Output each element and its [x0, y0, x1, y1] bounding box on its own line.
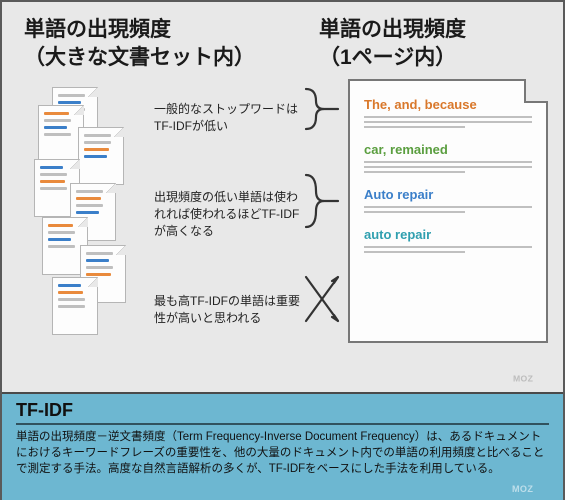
phrase-block-auto-repair-lower: auto repair — [364, 227, 532, 253]
phrase-block-stopwords: The, and, because — [364, 97, 532, 128]
diagram-graphic: 一般的なストップワードはTF-IDFが低い 出現頻度の低い単語は使われれば使われ… — [24, 79, 541, 369]
definition-body: 単語の出現頻度－逆文書頻度（Term Frequency-Inverse Doc… — [16, 429, 549, 477]
single-page-document: The, and, because car, remained Auto rep… — [348, 79, 548, 343]
moz-logo-text: MOZ — [513, 374, 534, 384]
page-fold-icon — [524, 79, 548, 103]
document-stack — [30, 87, 140, 337]
definition-panel: TF-IDF 単語の出現頻度－逆文書頻度（Term Frequency-Inve… — [2, 392, 563, 500]
phrase-auto-repair-lower: auto repair — [364, 227, 532, 242]
heading-right: 単語の出現頻度 （1ページ内） — [319, 16, 466, 73]
mini-document — [52, 277, 98, 335]
heading-left: 単語の出現頻度 （大きな文書セット内） — [24, 16, 319, 73]
moz-logo-icon: MOZ — [513, 372, 553, 386]
note-rare-words: 出現頻度の低い単語は使われれば使われるほどTF-IDFが高くなる — [154, 189, 304, 241]
diagram-top: 単語の出現頻度 （大きな文書セット内） 単語の出現頻度 （1ページ内） — [2, 2, 563, 392]
note-stopwords: 一般的なストップワードはTF-IDFが低い — [154, 101, 304, 136]
heading-right-line1: 単語の出現頻度 — [319, 18, 466, 41]
heading-right-line2: （1ページ内） — [319, 46, 456, 69]
definition-title: TF-IDF — [16, 400, 549, 425]
moz-logo-text: MOZ — [512, 484, 533, 494]
phrase-stopwords: The, and, because — [364, 97, 532, 112]
mini-document — [78, 127, 124, 185]
phrase-block-auto-repair-upper: Auto repair — [364, 187, 532, 213]
phrase-block-rare: car, remained — [364, 142, 532, 173]
heading-row: 単語の出現頻度 （大きな文書セット内） 単語の出現頻度 （1ページ内） — [24, 16, 541, 73]
phrase-auto-repair-cap: Auto repair — [364, 187, 532, 202]
heading-left-line1: 単語の出現頻度 — [24, 18, 171, 41]
moz-logo-icon: MOZ — [511, 482, 555, 496]
brace-connectors — [302, 79, 342, 359]
phrase-rare: car, remained — [364, 142, 532, 157]
diagram-frame: 単語の出現頻度 （大きな文書セット内） 単語の出現頻度 （1ページ内） — [0, 0, 565, 500]
note-highest: 最も高TF-IDFの単語は重要性が高いと思われる — [154, 293, 304, 328]
heading-left-line2: （大きな文書セット内） — [24, 46, 255, 69]
